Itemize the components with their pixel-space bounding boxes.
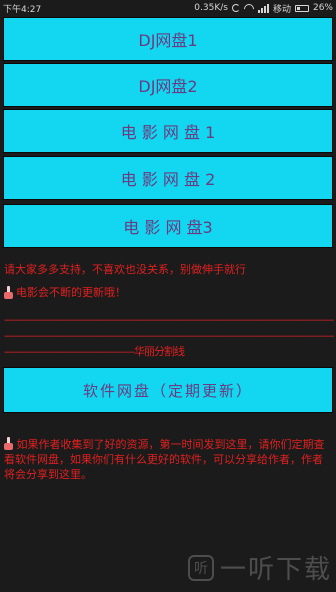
update-notice: 电影会不断的更新哦！ [4,284,332,300]
net-speed: 0.35K/s [194,3,228,13]
dj-netdisk-2-button[interactable]: DJ网盘2 [3,63,333,107]
dj-netdisk-1-button[interactable]: DJ网盘1 [3,17,333,61]
info-paragraph: 如果作者收集到了好的资源，第一时间发到这里，请你们定期查看软件网盘，如果你们有什… [4,437,330,482]
signal-icon [257,3,269,13]
watermark-text: 一听下载 [219,555,332,585]
pointing-hand-icon [4,285,13,299]
software-netdisk-button[interactable]: 软件网盘（定期更新） [3,367,333,413]
status-time: 下午4:27 [3,4,42,15]
battery-level: 26% [312,3,333,13]
movie-netdisk-2-button[interactable]: 电 影 网 盘 2 [3,156,333,200]
movie-netdisk-3-button[interactable]: 电 影 网 盘3 [3,204,333,248]
pointing-hand-icon [4,437,13,450]
watermark-logo: 听 [187,554,214,581]
battery-icon [294,4,309,12]
carrier-label: 移动 [272,4,291,15]
support-notice: 请大家多多支持，不喜欢也没关系，别做伸手就行 [4,263,246,276]
status-icons: 0.35K/s 移动 26% [194,2,333,15]
divider-label: 华丽分割线 [134,345,185,358]
info-text: 如果作者收集到了好的资源，第一时间发到这里，请你们定期查看软件网盘，如果你们有什… [4,438,325,481]
sync-icon [231,4,240,12]
movie-netdisk-1-button[interactable]: 电 影 网 盘 1 [3,109,333,153]
wifi-icon [244,4,254,12]
status-bar: 下午4:27 0.35K/s 移动 26% [0,0,336,16]
fancy-divider: —————————————华丽分割线 [4,343,334,359]
update-notice-text: 电影会不断的更新哦！ [16,286,126,299]
divider-dashes: —————————————————————————————————————— [4,329,334,342]
watermark: 听 一听下载 [187,549,332,586]
divider-dashes: —————————————————————————————————————— [4,313,334,326]
divider-prefix: ————————————— [4,345,135,358]
